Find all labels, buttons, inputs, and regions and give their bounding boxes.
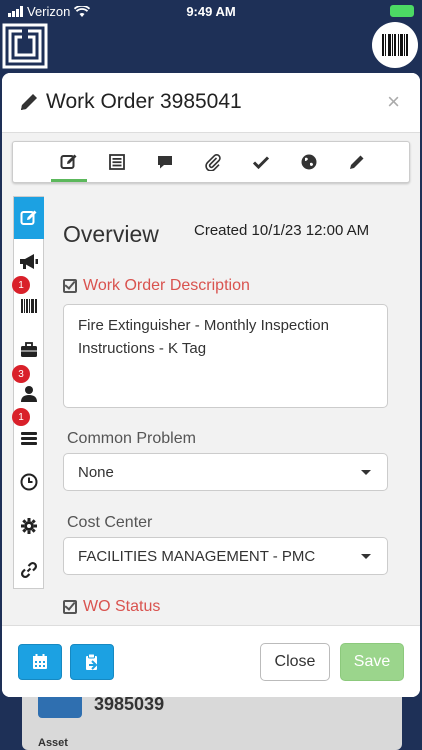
background-work-order-card: 3985039 Asset [22,690,402,750]
link-icon [20,561,38,579]
user-icon [21,386,37,402]
chevron-down-icon [361,554,371,559]
side-nav-parts[interactable]: 1 [12,408,44,459]
description-label-text: Work Order Description [83,277,250,294]
common-problem-label: Common Problem [67,430,196,447]
barcode-icon [382,34,408,56]
side-nav-time[interactable] [14,461,44,503]
cost-center-select[interactable]: FACILITIES MANAGEMENT - PMC [63,537,388,575]
save-button[interactable]: Save [340,643,404,681]
parts-count-badge: 1 [12,408,30,426]
checkbox-icon [63,600,77,614]
clipboard-button[interactable] [70,644,114,680]
work-order-tab-bar [12,141,410,183]
side-nav-overview[interactable] [14,197,44,239]
comment-icon [158,156,172,169]
pencil-icon [350,155,364,169]
tab-details[interactable] [95,142,139,182]
modal-title-text: Work Order 3985041 [46,90,242,113]
common-problem-select[interactable]: None [63,453,388,491]
paperclip-icon [205,154,221,171]
background-work-order-number: 3985039 [94,694,165,714]
side-nav-links[interactable] [14,549,44,591]
modal-title: Work Order 3985041 [18,90,242,114]
edit-icon [60,154,77,169]
chevron-down-icon [361,470,371,475]
barcode-scan-button[interactable] [372,22,418,68]
description-label: Work Order Description [63,277,250,295]
barcode-icon [21,299,37,313]
overview-title: Overview [63,221,159,247]
modal-footer: Close Save [2,625,420,697]
pencil-icon [21,94,37,110]
side-nav-settings[interactable] [14,505,44,547]
tab-comments[interactable] [143,142,187,182]
modal-header: Work Order 3985041 × [2,73,420,133]
wo-status-label: WO Status [63,598,160,616]
gear-icon [21,518,37,534]
clock-time: 9:49 AM [186,4,236,19]
list-icon [109,154,125,170]
calendar-icon [33,654,47,669]
clipboard-icon [86,653,98,670]
briefcase-icon [21,342,37,357]
tab-edit[interactable] [47,142,91,182]
megaphone-icon [20,254,38,269]
work-order-modal: Work Order 3985041 × 1 3 1 Overview Crea… [2,73,420,697]
clock-icon [20,473,38,491]
app-logo [0,22,50,70]
description-textarea[interactable]: Fire Extinguisher - Monthly Inspection I… [63,304,388,408]
stack-icon [21,432,37,445]
created-timestamp: Created 10/1/23 12:00 AM [194,222,370,239]
close-icon[interactable]: × [387,89,400,115]
people-count-badge: 3 [12,365,30,383]
side-nav-assets[interactable]: 1 [12,276,44,327]
checkbox-icon [63,279,77,293]
common-problem-value: None [78,464,114,481]
tab-location[interactable] [287,142,331,182]
section-side-nav: 1 3 1 [12,196,44,591]
edit-icon [20,210,37,225]
wo-status-label-text: WO Status [83,598,161,615]
battery-icon [390,5,414,17]
status-bar: Verizon 9:49 AM [0,0,422,22]
background-asset-label: Asset [38,737,68,749]
schedule-button[interactable] [18,644,62,680]
tab-complete[interactable] [239,142,283,182]
assets-count-badge: 1 [12,276,30,294]
globe-icon [301,154,317,170]
overview-content: Overview Created 10/1/23 12:00 AM Work O… [50,185,410,625]
close-button[interactable]: Close [260,643,330,681]
tab-attachments[interactable] [191,142,235,182]
tab-signature[interactable] [335,142,379,182]
check-icon [252,156,270,170]
cost-center-value: FACILITIES MANAGEMENT - PMC [78,548,316,565]
cost-center-label: Cost Center [67,514,153,531]
